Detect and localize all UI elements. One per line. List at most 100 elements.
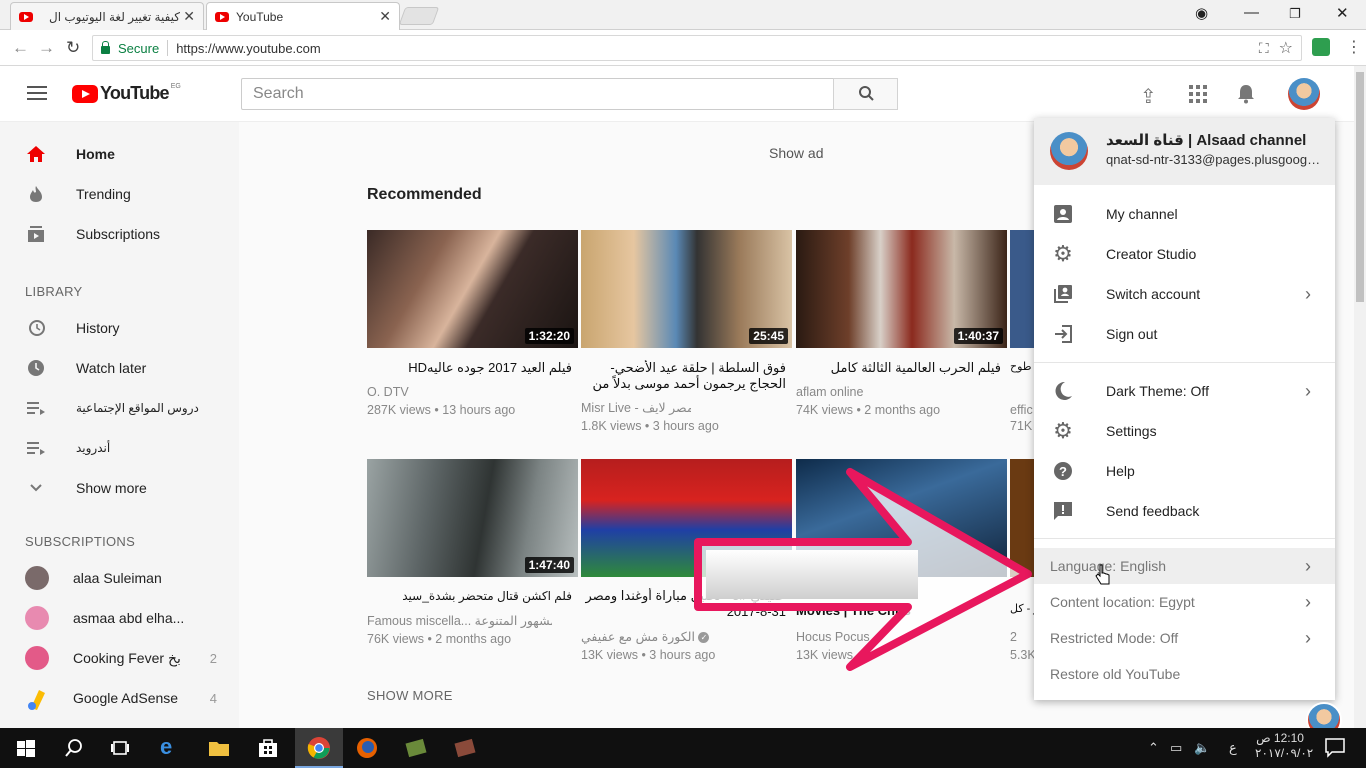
video-thumbnail[interactable]: 1:32:20	[367, 230, 578, 348]
video-channel[interactable]: O. DTV	[367, 383, 409, 401]
menu-item-settings[interactable]: ⚙ Settings	[1034, 411, 1335, 451]
account-menu-header: قناة السعد | Alsaad channel qnat-sd-ntr-…	[1034, 118, 1335, 185]
video-channel[interactable]: aflam online	[796, 383, 863, 401]
app-icon[interactable]	[404, 736, 428, 760]
address-bar[interactable]: Secure https://www.youtube.com ⛶ ☆	[92, 35, 1302, 61]
youtube-header: YouTube EG Search ⇪	[0, 66, 1354, 122]
forward-icon[interactable]: →	[38, 38, 55, 58]
video-title[interactable]: فوق السلطة | حلقة عيد الأضحي- الحجاج يرج…	[581, 360, 786, 392]
video-title[interactable]: فلم اكشن قتال متحضر بشدة_سيد السيف	[367, 588, 572, 604]
youtube-logo[interactable]: YouTube EG	[72, 83, 181, 104]
moon-icon	[1052, 380, 1074, 402]
menu-item-creator-studio[interactable]: ⚙ Creator Studio	[1034, 234, 1335, 274]
recommended-heading: Recommended	[367, 186, 482, 203]
minimize-icon[interactable]: —	[1244, 4, 1259, 21]
video-title[interactable]: فيلم العيد 2017 جوده عاليهHD	[367, 360, 572, 376]
upload-icon[interactable]: ⇪	[1140, 84, 1157, 109]
menu-item-dark-theme[interactable]: Dark Theme: Off ›	[1034, 371, 1335, 411]
profile-icon[interactable]: ◉	[1195, 4, 1208, 22]
video-channel[interactable]: Famous miscella... مشهور المتنوعة	[367, 612, 552, 630]
action-center-icon[interactable]	[1324, 736, 1348, 760]
sidebar-item-subscriptions[interactable]: Subscriptions	[0, 214, 239, 254]
show-ad-link[interactable]: Show ad	[769, 145, 823, 161]
back-icon[interactable]: ←	[12, 38, 29, 58]
hamburger-menu-icon[interactable]	[27, 86, 47, 100]
apps-grid-icon[interactable]	[1189, 85, 1207, 103]
close-window-icon[interactable]: ✕	[1336, 4, 1349, 22]
network-icon[interactable]: ▭	[1170, 740, 1182, 756]
sidebar-item-playlist-2[interactable]: أندرويد	[0, 428, 239, 468]
menu-item-language[interactable]: Language: English ›	[1034, 548, 1335, 584]
browser-menu-icon[interactable]: ⋮	[1346, 37, 1362, 57]
sign-out-icon	[1052, 323, 1074, 345]
menu-item-content-location[interactable]: Content location: Egypt ›	[1034, 584, 1335, 620]
browser-tab-2[interactable]: YouTube ✕	[206, 2, 400, 30]
gear-icon: ⚙	[1053, 418, 1073, 443]
subscription-item[interactable]: asmaa abd elha...	[0, 598, 239, 638]
subscription-item[interactable]: alaa Suleiman	[0, 558, 239, 598]
translate-icon[interactable]: ⛶	[1259, 40, 1269, 57]
channel-avatar	[25, 606, 49, 630]
windows-taskbar: e ⌃ ▭ 🔈 ع 12:10 ص ٢٠١٧/٠٩/٠٢	[0, 728, 1366, 768]
menu-item-switch-account[interactable]: Switch account ›	[1034, 274, 1335, 314]
account-avatar[interactable]	[1288, 78, 1320, 110]
lock-icon	[101, 41, 110, 54]
page-scrollbar[interactable]	[1354, 66, 1366, 728]
video-thumbnail[interactable]: 25:45	[581, 230, 792, 348]
youtube-favicon-icon	[19, 11, 33, 22]
video-thumbnail[interactable]	[1010, 230, 1034, 348]
chrome-icon	[307, 737, 330, 759]
menu-item-help[interactable]: ? Help	[1034, 451, 1335, 491]
input-language[interactable]: ع	[1229, 740, 1237, 756]
show-more-button[interactable]: SHOW MORE	[367, 688, 453, 703]
restore-icon[interactable]: ❐	[1289, 6, 1301, 22]
search-icon[interactable]	[62, 736, 86, 760]
menu-item-restricted-mode[interactable]: Restricted Mode: Off ›	[1034, 620, 1335, 656]
account-box-icon	[1052, 203, 1074, 225]
video-thumbnail[interactable]: 1:47:40	[367, 459, 578, 577]
close-tab-icon[interactable]: ✕	[379, 8, 391, 25]
search-input[interactable]: Search	[241, 78, 834, 110]
firefox-icon[interactable]	[355, 736, 379, 760]
secure-indicator[interactable]: Secure	[101, 41, 159, 56]
menu-item-sign-out[interactable]: Sign out	[1034, 314, 1335, 354]
extension-icon[interactable]	[1312, 38, 1330, 56]
bookmark-star-icon[interactable]: ☆	[1279, 38, 1293, 58]
taskbar-chrome-active[interactable]	[295, 728, 343, 768]
sidebar-item-show-more[interactable]: Show more	[0, 468, 239, 508]
file-explorer-icon[interactable]	[207, 736, 231, 760]
subscription-item[interactable]: Cooking Fever بخ 2	[0, 638, 239, 678]
task-view-icon[interactable]	[108, 736, 132, 760]
store-icon[interactable]	[256, 736, 280, 760]
video-views: 76K views • 2 months ago	[367, 632, 512, 646]
switch-account-icon	[1052, 283, 1074, 305]
sidebar-item-trending[interactable]: Trending	[0, 174, 239, 214]
reload-icon[interactable]: ↻	[66, 38, 80, 58]
tray-chevron-up-icon[interactable]: ⌃	[1148, 740, 1159, 756]
video-title[interactable]: سبن بن طوح	[1010, 358, 1034, 376]
new-tab-button[interactable]	[398, 7, 440, 25]
sidebar-item-playlist-1[interactable]: دروس المواقع الإجتماعية	[0, 388, 239, 428]
subscription-item[interactable]: Google AdSense 4	[0, 678, 239, 718]
menu-item-send-feedback[interactable]: Send feedback	[1034, 491, 1335, 531]
windows-start-icon[interactable]	[14, 736, 38, 760]
search-icon	[859, 86, 874, 101]
sidebar-item-history[interactable]: History	[0, 308, 239, 348]
clock[interactable]: 12:10 ص ٢٠١٧/٠٩/٠٢	[1255, 731, 1313, 761]
sidebar-item-watch-later[interactable]: Watch later	[0, 348, 239, 388]
edge-browser-icon[interactable]: e	[160, 734, 184, 759]
video-thumbnail[interactable]: 1:40:37	[796, 230, 1007, 348]
menu-item-restore-old-youtube[interactable]: Restore old YouTube	[1034, 656, 1335, 692]
search-button[interactable]	[833, 78, 898, 110]
app-icon[interactable]	[453, 736, 477, 760]
scrollbar-thumb[interactable]	[1356, 72, 1364, 302]
browser-tab-1[interactable]: كيفية تغيير لغة اليوتيوب ال ✕	[10, 2, 204, 30]
video-views: 1.8K views • 3 hours ago	[581, 419, 719, 433]
notifications-bell-icon[interactable]	[1237, 84, 1255, 104]
video-channel[interactable]: Misr Live - مصر لايف	[581, 399, 691, 417]
volume-icon[interactable]: 🔈	[1194, 740, 1210, 756]
close-tab-icon[interactable]: ✕	[183, 8, 195, 25]
video-title[interactable]: فيلم الحرب العالمية الثالثة كامل	[796, 360, 1001, 376]
menu-item-my-channel[interactable]: My channel	[1034, 194, 1335, 234]
sidebar-item-home[interactable]: Home	[0, 134, 239, 174]
